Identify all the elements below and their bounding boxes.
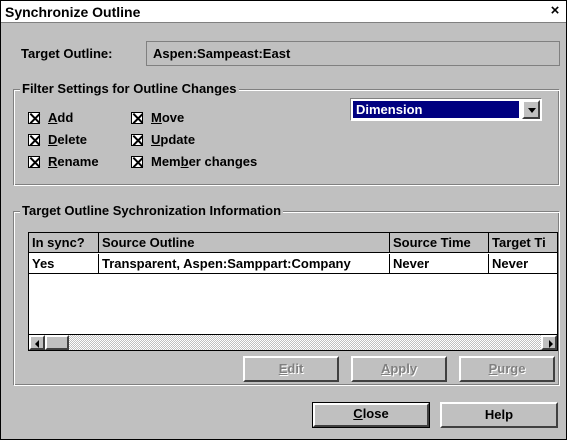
arrow-right-icon bbox=[549, 340, 553, 348]
scroll-left-button[interactable] bbox=[29, 335, 45, 350]
checkbox-checked-icon[interactable] bbox=[131, 111, 143, 124]
checkbox-rename-label: Rename bbox=[48, 154, 99, 169]
column-header-source-time[interactable]: Source Time bbox=[390, 233, 489, 253]
arrow-left-icon bbox=[35, 340, 39, 348]
purge-button[interactable]: Purge bbox=[459, 356, 555, 382]
checkbox-checked-icon[interactable] bbox=[28, 155, 40, 168]
chevron-down-icon bbox=[528, 108, 536, 113]
checkbox-update-label: Update bbox=[151, 132, 196, 147]
checkbox-delete-label: Delete bbox=[48, 132, 88, 147]
checkbox-checked-icon[interactable] bbox=[28, 111, 40, 124]
checkbox-member-changes[interactable]: Member changes bbox=[131, 154, 257, 169]
column-header-in-sync[interactable]: In sync? bbox=[29, 233, 99, 253]
cell-source-outline: Transparent, Aspen:Samppart:Company bbox=[99, 254, 390, 274]
checkbox-update[interactable]: Update bbox=[131, 132, 195, 147]
title-bar: Synchronize Outline × bbox=[1, 1, 566, 23]
checkbox-rename[interactable]: Rename bbox=[28, 154, 99, 169]
checkbox-move-label: Move bbox=[151, 110, 185, 125]
sync-info-legend: Target Outline Sychronization Informatio… bbox=[20, 203, 284, 218]
checkbox-delete[interactable]: Delete bbox=[28, 132, 87, 147]
checkbox-checked-icon[interactable] bbox=[131, 133, 143, 146]
target-outline-field: Aspen:Sampeast:East bbox=[146, 41, 560, 66]
cell-in-sync: Yes bbox=[29, 254, 99, 274]
scrollbar-thumb[interactable] bbox=[45, 335, 69, 350]
checkbox-checked-icon[interactable] bbox=[28, 133, 40, 146]
horizontal-scrollbar[interactable] bbox=[29, 334, 557, 350]
sync-info-grid[interactable]: In sync? Source Outline Source Time Targ… bbox=[28, 232, 558, 351]
dialog-title: Synchronize Outline bbox=[5, 4, 141, 20]
checkbox-add[interactable]: Add bbox=[28, 110, 73, 125]
help-button[interactable]: Help bbox=[440, 402, 558, 428]
cell-source-time: Never bbox=[390, 254, 489, 274]
column-header-source-outline[interactable]: Source Outline bbox=[99, 233, 390, 253]
checkbox-checked-icon[interactable] bbox=[131, 155, 143, 168]
grid-header-row: In sync? Source Outline Source Time Targ… bbox=[29, 233, 557, 253]
filter-settings-legend: Filter Settings for Outline Changes bbox=[20, 81, 239, 96]
checkbox-add-label: Add bbox=[48, 110, 74, 125]
edit-button[interactable]: Edit bbox=[243, 356, 339, 382]
target-outline-label: Target Outline: bbox=[21, 46, 113, 61]
table-row[interactable]: Yes Transparent, Aspen:Samppart:Company … bbox=[29, 254, 557, 274]
dropdown-arrow-button[interactable] bbox=[522, 100, 540, 119]
checkbox-member-changes-label: Member changes bbox=[151, 154, 258, 169]
synchronize-outline-dialog: Synchronize Outline × Target Outline: As… bbox=[0, 0, 567, 440]
scroll-right-button[interactable] bbox=[541, 335, 557, 350]
close-button[interactable]: Close bbox=[312, 402, 430, 428]
checkbox-move[interactable]: Move bbox=[131, 110, 184, 125]
column-header-target-time[interactable]: Target Ti bbox=[489, 233, 557, 253]
dropdown-selected-value: Dimension bbox=[353, 101, 519, 118]
cell-target-time: Never bbox=[492, 256, 529, 271]
close-icon[interactable]: × bbox=[547, 3, 563, 19]
dimension-dropdown[interactable]: Dimension bbox=[350, 98, 542, 121]
apply-button[interactable]: Apply bbox=[351, 356, 447, 382]
